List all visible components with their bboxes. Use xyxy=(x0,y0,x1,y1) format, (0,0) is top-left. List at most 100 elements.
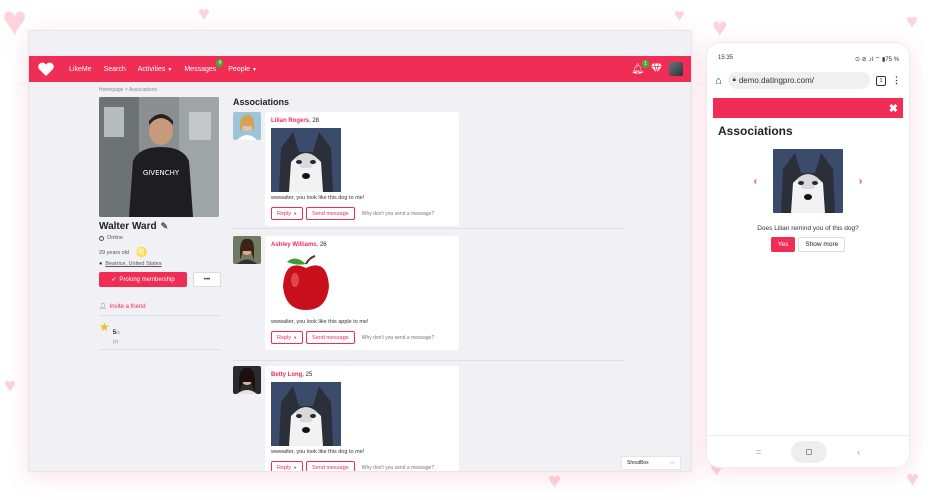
nav-activities[interactable]: Activities ▼ xyxy=(138,66,173,73)
association-question: Does Lilian remind you of this dog? xyxy=(757,225,859,232)
user-avatar[interactable] xyxy=(669,62,683,76)
association-user: Ashley Williams, 26 xyxy=(271,242,453,248)
decorative-heart-icon: ♥ xyxy=(548,468,562,493)
association-card: Lilian Rogers, 28 wwwalter, you look lik… xyxy=(265,112,459,226)
browser-bar: ⌂ 🔒︎ demo.datingpro.com/ 1 ⋮ xyxy=(707,72,909,89)
profile-actions: ➶ Prolong membership ••• xyxy=(99,272,221,287)
breadcrumb-separator: > xyxy=(124,87,128,93)
rating-max: /5 xyxy=(116,330,120,335)
invite-friend-label: Invite a friend xyxy=(109,303,146,310)
desktop-window: LikeMe Search Activities ▼ Messages 4 Peop… xyxy=(28,30,692,472)
avatar[interactable] xyxy=(233,236,261,264)
chevron-down-icon: ▼ xyxy=(252,66,257,73)
back-icon[interactable]: ‹ xyxy=(857,447,860,457)
decorative-heart-icon: ♥ xyxy=(906,466,920,491)
profile-location-text[interactable]: Beatrice, United States xyxy=(105,261,161,267)
association-user: Lilian Rogers, 28 xyxy=(271,118,453,124)
status-time: 15:35 xyxy=(718,55,734,61)
reply-button[interactable]: Reply ▼ xyxy=(271,331,304,344)
association-message: wwwalter, you look like this dog to me! xyxy=(271,449,365,455)
divider xyxy=(233,228,623,229)
chevron-down-icon: ▼ xyxy=(167,66,173,73)
association-user-name[interactable]: Ashley Williams xyxy=(271,242,317,248)
association-user-name[interactable]: Lilian Rogers xyxy=(271,118,309,124)
profile-photo[interactable]: GIVENCHY xyxy=(99,97,219,217)
notifications-badge: 1 xyxy=(642,59,649,68)
page-title: Associations xyxy=(233,97,290,107)
profile-age: 29 years old ♌ xyxy=(99,247,221,258)
shoutbox-label: ShoutBox xyxy=(627,460,649,466)
avatar[interactable] xyxy=(233,366,261,394)
chevron-left-icon[interactable]: ‹ xyxy=(754,176,757,187)
top-navigation-bar: LikeMe Search Activities ▼ Messages 4 Peop… xyxy=(29,56,691,82)
more-vertical-icon[interactable]: ⋮ xyxy=(892,75,901,86)
pencil-icon[interactable]: ✎ xyxy=(161,221,169,232)
association-image-husky xyxy=(271,128,341,192)
chevron-down-icon: ▼ xyxy=(293,211,298,216)
clock-icon xyxy=(99,235,104,241)
decorative-heart-icon: ♥ xyxy=(674,5,685,25)
heart-icon[interactable] xyxy=(37,61,55,77)
shoutbox-toggle[interactable]: ShoutBox ▭ xyxy=(621,456,681,470)
close-icon[interactable]: ✖ xyxy=(889,102,898,115)
add-user-icon: 👤︎ xyxy=(99,304,107,310)
association-user-age: , 26 xyxy=(316,242,327,248)
rating-count: (2) xyxy=(112,339,119,344)
prolong-membership-label: Prolong membership xyxy=(119,276,175,283)
nav-messages[interactable]: Messages 4 xyxy=(184,58,224,73)
reply-label: Reply xyxy=(277,210,292,217)
associations-header: Associations xyxy=(233,97,289,107)
association-hint: Why don't you send a message? xyxy=(361,334,435,341)
association-user-age: , 28 xyxy=(309,118,320,124)
mobile-header-bar: ✖ xyxy=(713,98,903,118)
association-actions: Reply ▼ Send message Why don't you send a… xyxy=(271,207,453,220)
home-icon[interactable]: ⌂ xyxy=(715,75,722,87)
profile-name-text: Walter Ward xyxy=(99,221,157,232)
lock-icon: 🔒︎ xyxy=(732,77,736,83)
bell-icon[interactable]: 🔔︎ 1 xyxy=(631,59,649,75)
decorative-heart-icon: ♥ xyxy=(906,11,918,33)
chat-icon: ▭ xyxy=(670,460,675,466)
invite-friend-link[interactable]: 👤︎ Invite a friend xyxy=(99,303,221,316)
decorative-heart-icon: ♥ xyxy=(2,0,27,44)
association-user-name[interactable]: Betty Long xyxy=(271,372,302,378)
association-message: wwwalter, you look like this dog to me! xyxy=(271,195,365,201)
gem-icon[interactable] xyxy=(651,62,662,76)
nav-people-label: People xyxy=(228,65,251,73)
url-bar[interactable]: 🔒︎ demo.datingpro.com/ xyxy=(727,72,870,89)
chevron-right-icon[interactable]: › xyxy=(859,176,862,187)
more-options-button[interactable]: ••• xyxy=(193,272,221,287)
star-icon: ★ xyxy=(99,320,110,334)
association-card: Betty Long, 25 wwwalter, you look like t… xyxy=(265,366,459,471)
send-message-button[interactable]: Send message xyxy=(306,331,355,344)
recent-apps-icon[interactable]: = xyxy=(756,447,761,457)
nav-likeme[interactable]: LikeMe xyxy=(69,66,92,73)
carousel-image-husky xyxy=(773,149,843,213)
association-image-apple xyxy=(271,252,341,316)
decorative-heart-icon: ♥ xyxy=(198,3,210,25)
yes-button[interactable]: Yes xyxy=(770,237,796,252)
breadcrumb-home[interactable]: Homepage xyxy=(99,87,123,93)
profile-location: ● Beatrice, United States xyxy=(99,261,221,267)
nav-right-group: 🔔︎ 1 xyxy=(631,59,683,76)
association-message: wwwalter, you look like this apple to me… xyxy=(271,319,369,325)
prolong-membership-button[interactable]: ➶ Prolong membership xyxy=(99,272,187,287)
url-text: demo.datingpro.com/ xyxy=(738,76,815,85)
send-message-button[interactable]: Send message xyxy=(306,461,355,471)
svg-text:GIVENCHY: GIVENCHY xyxy=(143,169,180,177)
zodiac-leo-icon: ♌ xyxy=(135,247,148,257)
send-message-button[interactable]: Send message xyxy=(306,207,355,220)
reply-button[interactable]: Reply ▼ xyxy=(271,461,304,471)
reply-button[interactable]: Reply ▼ xyxy=(271,207,304,220)
chevron-down-icon: ▼ xyxy=(293,465,298,470)
nav-people[interactable]: People ▼ xyxy=(228,66,257,73)
show-more-button[interactable]: Show more xyxy=(798,237,846,252)
nav-search[interactable]: Search xyxy=(104,66,126,73)
profile-sidebar: GIVENCHY Walter Ward ✎ Online 29 years o… xyxy=(99,97,221,350)
tabs-icon[interactable]: 1 xyxy=(876,75,886,86)
divider xyxy=(233,360,623,361)
home-button[interactable] xyxy=(791,440,828,463)
rocket-icon: ➶ xyxy=(111,277,117,283)
avatar[interactable] xyxy=(233,112,261,140)
association-hint: Why don't you send a message? xyxy=(361,464,435,471)
